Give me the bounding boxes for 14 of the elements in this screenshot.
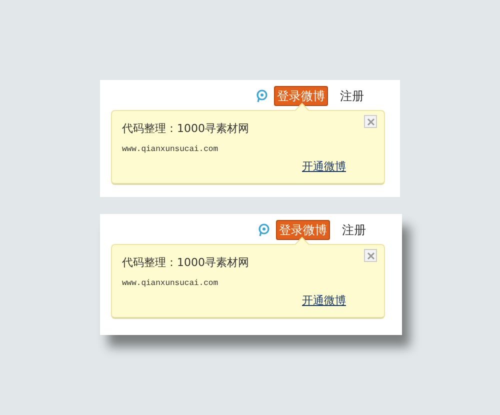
weibo-icon[interactable] — [258, 223, 270, 237]
tip-title: 代码整理：1000寻素材网 — [122, 121, 249, 137]
weibo-icon[interactable] — [256, 89, 268, 103]
tip-title: 代码整理：1000寻素材网 — [122, 255, 249, 271]
login-button[interactable]: 登录微博 — [274, 86, 328, 106]
open-weibo-link[interactable]: 开通微博 — [302, 293, 346, 310]
close-icon[interactable] — [364, 115, 377, 128]
tip-url: www.qianxunsucai.com — [122, 144, 218, 156]
close-icon[interactable] — [364, 249, 377, 262]
open-weibo-link[interactable]: 开通微博 — [302, 159, 346, 176]
tip-url: www.qianxunsucai.com — [122, 278, 218, 290]
login-button[interactable]: 登录微博 — [276, 220, 330, 240]
register-link[interactable]: 注册 — [340, 87, 364, 105]
register-link[interactable]: 注册 — [342, 221, 366, 239]
